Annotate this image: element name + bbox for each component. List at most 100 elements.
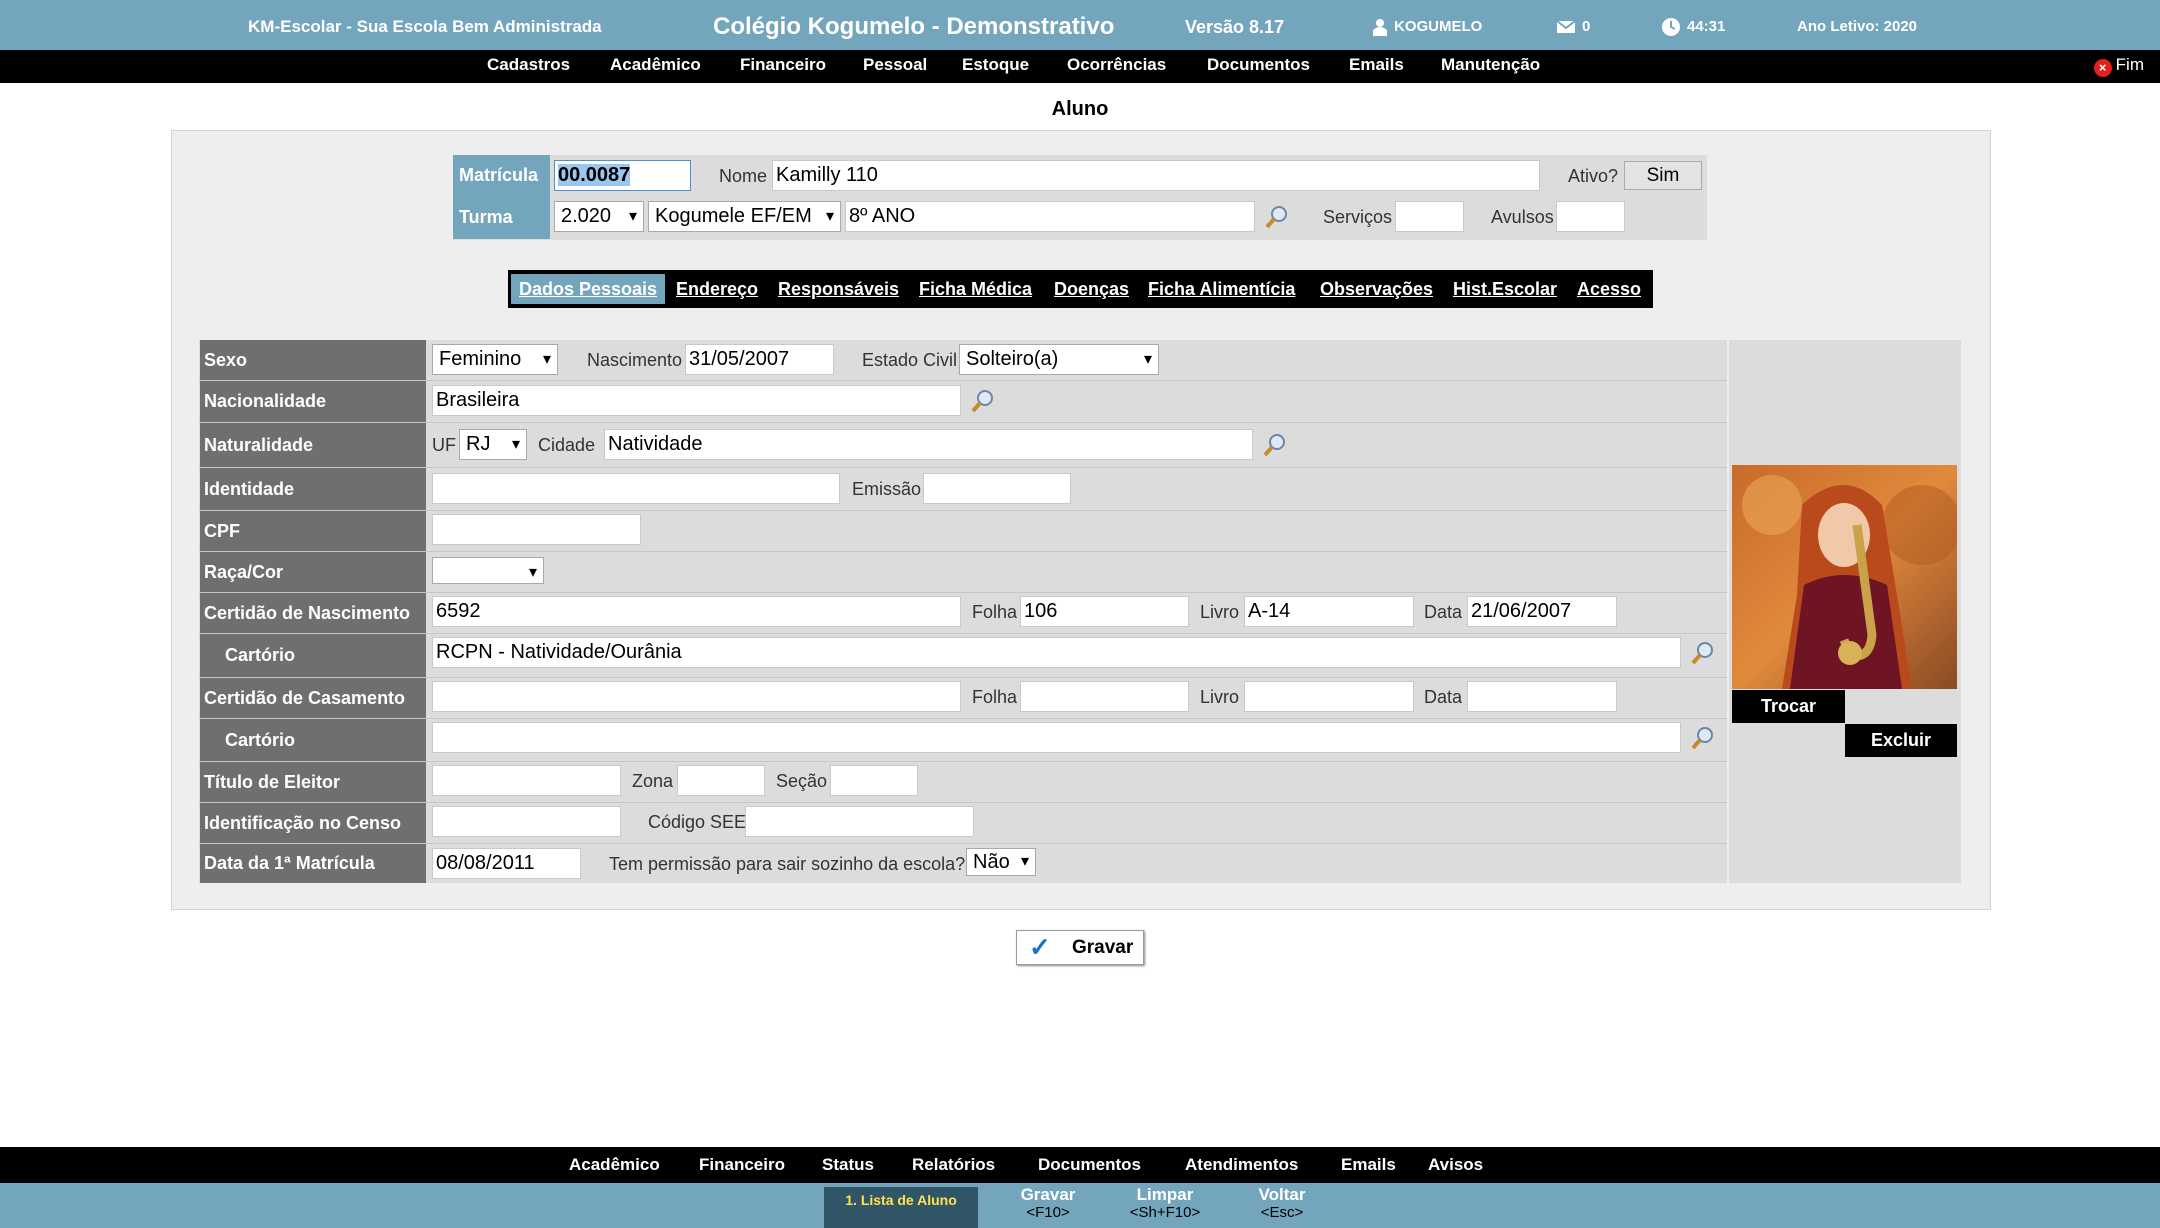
search-cartorio-cas-icon[interactable] xyxy=(1690,725,1716,751)
certidao-nascimento-label: Certidão de Nascimento xyxy=(200,593,426,633)
exit-button[interactable]: × Fim xyxy=(2093,50,2144,80)
cartorio-casamento-input[interactable] xyxy=(432,722,1681,753)
search-cartorio-icon[interactable] xyxy=(1690,640,1716,666)
menu-financeiro[interactable]: Financeiro xyxy=(740,50,826,80)
page-title: Aluno xyxy=(1051,98,1109,120)
row-divider xyxy=(199,592,1727,593)
tab-acesso[interactable]: Acesso xyxy=(1577,274,1641,304)
tab-dados-pessoais[interactable]: Dados Pessoais xyxy=(511,274,666,304)
excluir-photo-button[interactable]: Excluir xyxy=(1845,724,1957,757)
row-divider xyxy=(199,551,1727,552)
menu-ocorrencias[interactable]: Ocorrências xyxy=(1067,50,1166,80)
livro-input[interactable]: A-14 xyxy=(1244,596,1414,627)
sexo-select[interactable]: Feminino xyxy=(432,344,558,375)
menu-cadastros[interactable]: Cadastros xyxy=(487,50,570,80)
permissao-select[interactable]: Não xyxy=(966,848,1036,876)
fkey-voltar[interactable]: Voltar <Esc> xyxy=(1242,1186,1322,1222)
save-button[interactable]: ✓ Gravar xyxy=(1016,930,1144,965)
tab-ficha-medica[interactable]: Ficha Médica xyxy=(919,274,1032,304)
turma-label: Turma xyxy=(453,197,550,239)
search-cidade-icon[interactable] xyxy=(1262,432,1288,458)
bottom-academico[interactable]: Acadêmico xyxy=(569,1147,660,1183)
secao-input[interactable] xyxy=(830,765,918,796)
certidao-casamento-label: Certidão de Casamento xyxy=(200,678,426,718)
menu-academico[interactable]: Acadêmico xyxy=(610,50,701,80)
menu-emails[interactable]: Emails xyxy=(1349,50,1404,80)
tab-ficha-alimenticia[interactable]: Ficha Alimentícia xyxy=(1148,274,1295,304)
search-class-icon[interactable] xyxy=(1264,204,1290,230)
tab-hist-escolar[interactable]: Hist.Escolar xyxy=(1453,274,1557,304)
row-divider xyxy=(199,422,1727,423)
estado-civil-select[interactable]: Solteiro(a) xyxy=(959,344,1159,375)
fkey-limpar[interactable]: Limpar <Sh+F10> xyxy=(1120,1186,1210,1222)
bottom-relatorios[interactable]: Relatórios xyxy=(912,1147,995,1183)
servicos-input[interactable] xyxy=(1395,201,1464,232)
bottom-financeiro[interactable]: Financeiro xyxy=(699,1147,785,1183)
bottom-menu: Acadêmico Financeiro Status Relatórios D… xyxy=(0,1147,2160,1183)
messages-info[interactable]: 0 xyxy=(1556,0,1590,50)
codigo-see-input[interactable] xyxy=(745,806,974,837)
row-divider xyxy=(199,510,1727,511)
school-year: Ano Letivo: 2020 xyxy=(1797,18,1918,35)
menu-manutencao[interactable]: Manutenção xyxy=(1441,50,1540,80)
cartorio-nascimento-input[interactable]: RCPN - Natividade/Ourânia xyxy=(432,637,1681,668)
unit-select[interactable]: Kogumele EF/EM xyxy=(648,201,841,232)
exit-label: Fim xyxy=(2115,55,2144,74)
fkey-voltar-label: Voltar xyxy=(1258,1185,1306,1204)
fkey-lista-aluno[interactable]: 1. Lista de Aluno xyxy=(824,1187,978,1228)
data-input[interactable]: 21/06/2007 xyxy=(1467,596,1617,627)
row-divider xyxy=(199,802,1727,803)
uf-select[interactable]: RJ xyxy=(459,429,527,460)
raca-select[interactable] xyxy=(432,557,544,587)
user-info[interactable]: KOGUMELO xyxy=(1372,0,1482,50)
titulo-eleitor-input[interactable] xyxy=(432,765,621,796)
class-input[interactable]: 8º ANO xyxy=(845,201,1255,232)
row-divider xyxy=(199,467,1727,468)
zona-label: Zona xyxy=(632,771,674,791)
matricula-input[interactable]: 00.0087 xyxy=(554,160,691,191)
folha-input[interactable]: 106 xyxy=(1020,596,1189,627)
nome-input[interactable]: Kamilly 110 xyxy=(772,160,1540,191)
menu-pessoal[interactable]: Pessoal xyxy=(863,50,927,80)
fkey-gravar-key: <F10> xyxy=(1026,1204,1070,1221)
avulsos-input[interactable] xyxy=(1556,201,1625,232)
folha-cas-label: Folha xyxy=(972,687,1018,707)
titulo-eleitor-label: Título de Eleitor xyxy=(200,762,426,802)
bottom-emails[interactable]: Emails xyxy=(1341,1147,1396,1183)
bottom-documentos[interactable]: Documentos xyxy=(1038,1147,1141,1183)
school-name: Colégio Kogumelo - Demonstrativo xyxy=(713,13,1115,40)
tab-responsaveis[interactable]: Responsáveis xyxy=(778,274,899,304)
censo-input[interactable] xyxy=(432,806,621,837)
year-select[interactable]: 2.020 xyxy=(554,201,644,232)
estado-civil-label: Estado Civil xyxy=(862,350,958,370)
menu-estoque[interactable]: Estoque xyxy=(962,50,1029,80)
fkey-gravar[interactable]: Gravar <F10> xyxy=(1010,1186,1086,1222)
ativo-toggle[interactable]: Sim xyxy=(1624,161,1702,190)
search-nacionalidade-icon[interactable] xyxy=(970,388,996,414)
cpf-input[interactable] xyxy=(432,514,641,545)
nacionalidade-input[interactable]: Brasileira xyxy=(432,385,961,416)
emissao-input[interactable] xyxy=(923,473,1071,504)
tab-observacoes[interactable]: Observações xyxy=(1320,274,1433,304)
tab-endereco[interactable]: Endereço xyxy=(676,274,758,304)
data-cas-input[interactable] xyxy=(1467,681,1617,712)
cartorio-nascimento-label: Cartório xyxy=(200,634,426,677)
trocar-photo-button[interactable]: Trocar xyxy=(1732,690,1845,723)
bottom-avisos[interactable]: Avisos xyxy=(1428,1147,1483,1183)
nascimento-input[interactable]: 31/05/2007 xyxy=(685,344,834,375)
menu-documentos[interactable]: Documentos xyxy=(1207,50,1310,80)
zona-input[interactable] xyxy=(677,765,765,796)
tab-doencas[interactable]: Doenças xyxy=(1054,274,1129,304)
identidade-input[interactable] xyxy=(432,473,840,504)
livro-cas-input[interactable] xyxy=(1244,681,1414,712)
folha-cas-input[interactable] xyxy=(1020,681,1189,712)
bottom-status[interactable]: Status xyxy=(822,1147,874,1183)
raca-label: Raça/Cor xyxy=(200,552,426,592)
bottom-atendimentos[interactable]: Atendimentos xyxy=(1185,1147,1298,1183)
top-bar: KM-Escolar - Sua Escola Bem Administrada… xyxy=(0,0,2160,50)
primeira-matricula-input[interactable]: 08/08/2011 xyxy=(432,848,581,879)
certidao-nascimento-input[interactable]: 6592 xyxy=(432,596,961,627)
fkey-voltar-key: <Esc> xyxy=(1260,1204,1304,1221)
cidade-input[interactable]: Natividade xyxy=(604,429,1253,460)
certidao-casamento-input[interactable] xyxy=(432,681,961,712)
